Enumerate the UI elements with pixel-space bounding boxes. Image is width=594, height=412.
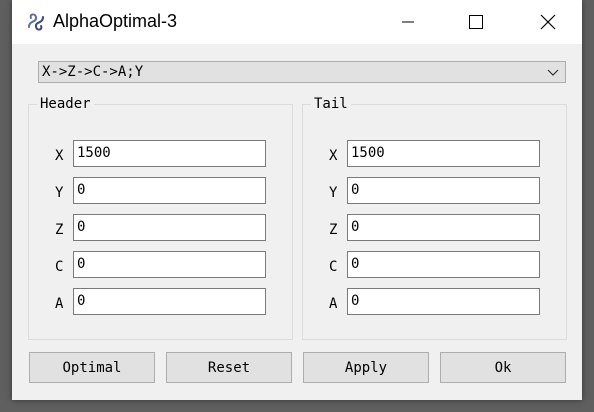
optimal-button[interactable]: Optimal	[29, 352, 155, 383]
tail-group: Tail X 1500 Y 0 Z 0 C 0 A 0	[302, 95, 567, 340]
header-c-label: C	[55, 259, 64, 275]
header-x-input[interactable]: 1500	[73, 140, 266, 167]
header-group-title: Header	[37, 95, 94, 113]
app-logo-icon	[28, 13, 44, 31]
tail-group-title: Tail	[311, 95, 351, 113]
minimize-icon	[402, 21, 414, 23]
header-z-input[interactable]: 0	[73, 214, 266, 241]
maximize-button[interactable]	[442, 0, 510, 44]
tail-y-label: Y	[329, 185, 338, 201]
title-bar[interactable]: AlphaOptimal-3	[12, 0, 582, 44]
window-title: AlphaOptimal-3	[53, 11, 178, 31]
header-x-label: X	[55, 148, 64, 164]
apply-button[interactable]: Apply	[303, 352, 429, 383]
tail-z-label: Z	[329, 222, 338, 238]
maximize-icon	[469, 15, 483, 29]
alphaoptimal-window: AlphaOptimal-3 X->Z->C->A;Y Header X 150	[12, 0, 582, 400]
chevron-down-icon	[547, 69, 559, 76]
header-z-label: Z	[55, 222, 64, 238]
header-a-input[interactable]: 0	[73, 288, 266, 315]
header-group: Header X 1500 Y 0 Z 0 C 0 A 0	[28, 95, 293, 340]
header-a-label: A	[55, 296, 64, 312]
reset-button[interactable]: Reset	[166, 352, 292, 383]
tail-c-label: C	[329, 259, 338, 275]
tail-a-label: A	[329, 296, 338, 312]
tail-x-input[interactable]: 1500	[347, 140, 540, 167]
close-button[interactable]	[514, 0, 582, 44]
header-y-input[interactable]: 0	[73, 177, 266, 204]
tail-x-label: X	[329, 148, 338, 164]
tail-c-input[interactable]: 0	[347, 251, 540, 278]
tail-y-input[interactable]: 0	[347, 177, 540, 204]
ok-button[interactable]: Ok	[440, 352, 566, 383]
sequence-select-value: X->Z->C->A;Y	[42, 64, 144, 80]
minimize-button[interactable]	[374, 0, 442, 44]
tail-a-input[interactable]: 0	[347, 288, 540, 315]
tail-z-input[interactable]: 0	[347, 214, 540, 241]
header-c-input[interactable]: 0	[73, 251, 266, 278]
header-y-label: Y	[55, 185, 64, 201]
close-icon	[540, 14, 556, 30]
sequence-select[interactable]: X->Z->C->A;Y	[38, 61, 566, 83]
